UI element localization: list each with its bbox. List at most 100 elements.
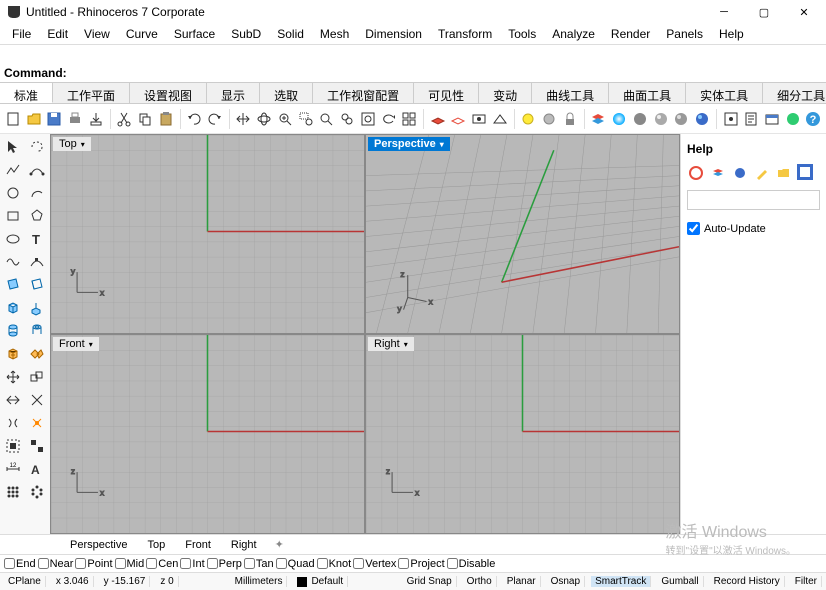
status-planar[interactable]: Planar <box>503 576 541 587</box>
new-icon[interactable] <box>4 108 22 130</box>
lock-icon[interactable] <box>561 108 579 130</box>
copy-transform-icon[interactable] <box>26 366 48 388</box>
viewport-front[interactable]: Front▾ zx <box>51 335 364 533</box>
rectangle-icon[interactable] <box>2 205 24 227</box>
polygon-icon[interactable] <box>26 205 48 227</box>
set-view-icon[interactable] <box>491 108 509 130</box>
zoom-window-icon[interactable] <box>297 108 315 130</box>
tab-viewport-layout[interactable]: 工作视窗配置 <box>313 83 414 103</box>
cut-icon[interactable] <box>115 108 133 130</box>
menu-render[interactable]: Render <box>603 25 658 43</box>
vptab-perspective[interactable]: Perspective <box>60 537 137 553</box>
menu-transform[interactable]: Transform <box>430 25 500 43</box>
status-units[interactable]: Millimeters <box>231 576 288 587</box>
status-gridsnap[interactable]: Grid Snap <box>403 576 457 587</box>
menu-subd[interactable]: SubD <box>223 25 269 43</box>
mesh-icon[interactable] <box>2 343 24 365</box>
status-filter[interactable]: Filter <box>791 576 822 587</box>
tab-display[interactable]: 显示 <box>207 83 260 103</box>
polyline-icon[interactable] <box>2 159 24 181</box>
tab-standard[interactable]: 标准 <box>0 83 53 103</box>
viewport-label-perspective[interactable]: Perspective▾ <box>368 137 450 151</box>
zoom-dynamic-icon[interactable] <box>276 108 294 130</box>
ungroup-icon[interactable] <box>26 435 48 457</box>
osnap-end[interactable]: End <box>4 558 36 570</box>
lasso-icon[interactable] <box>26 136 48 158</box>
viewport-perspective[interactable]: Perspective▾ zxy <box>366 135 679 333</box>
menu-tools[interactable]: Tools <box>500 25 544 43</box>
osnap-cen[interactable]: Cen <box>146 558 178 570</box>
undo-view-icon[interactable] <box>380 108 398 130</box>
vptab-front[interactable]: Front <box>175 537 221 553</box>
vptab-top[interactable]: Top <box>137 537 175 553</box>
options-icon[interactable] <box>722 108 740 130</box>
osnap-mid[interactable]: Mid <box>115 558 145 570</box>
object-props-icon[interactable] <box>763 108 781 130</box>
point-edit-icon[interactable] <box>26 251 48 273</box>
menu-dimension[interactable]: Dimension <box>357 25 430 43</box>
minimize-button[interactable]: ─ <box>704 0 744 24</box>
tab-curve-tools[interactable]: 曲线工具 <box>532 83 609 103</box>
help-icon[interactable]: ? <box>805 108 823 130</box>
hide-icon[interactable] <box>540 108 558 130</box>
cylinder-icon[interactable] <box>2 320 24 342</box>
mesh-tools-icon[interactable] <box>26 343 48 365</box>
help-layers-icon[interactable] <box>709 164 727 182</box>
status-cplane[interactable]: CPlane <box>4 576 46 587</box>
osnap-project[interactable]: Project <box>398 558 444 570</box>
add-viewport-button[interactable]: ✦ <box>267 536 292 553</box>
help-edit-icon[interactable] <box>753 164 771 182</box>
menu-surface[interactable]: Surface <box>166 25 223 43</box>
undo-icon[interactable] <box>185 108 203 130</box>
tab-solid-tools[interactable]: 实体工具 <box>686 83 763 103</box>
status-layer[interactable]: Default <box>293 576 348 587</box>
help-panel-icon[interactable] <box>797 164 813 180</box>
status-ortho[interactable]: Ortho <box>463 576 497 587</box>
menu-edit[interactable]: Edit <box>39 25 76 43</box>
auto-update-checkbox[interactable]: Auto-Update <box>687 222 820 235</box>
help-search-input[interactable] <box>687 190 820 210</box>
viewport-label-right[interactable]: Right▾ <box>368 337 414 351</box>
import-icon[interactable] <box>87 108 105 130</box>
named-cplane-icon[interactable] <box>429 108 447 130</box>
properties-icon[interactable] <box>631 108 649 130</box>
paste-icon[interactable] <box>157 108 175 130</box>
join-icon[interactable] <box>2 412 24 434</box>
text-block-icon[interactable]: A <box>26 458 48 480</box>
close-button[interactable]: ✕ <box>784 0 824 24</box>
status-smarttrack[interactable]: SmartTrack <box>591 576 651 587</box>
trim-icon[interactable] <box>26 389 48 411</box>
zoom-selected-icon[interactable] <box>359 108 377 130</box>
osnap-point[interactable]: Point <box>75 558 112 570</box>
open-icon[interactable] <box>25 108 43 130</box>
show-icon[interactable] <box>520 108 538 130</box>
osnap-perp[interactable]: Perp <box>207 558 242 570</box>
menu-file[interactable]: File <box>4 25 39 43</box>
osnap-quad[interactable]: Quad <box>276 558 315 570</box>
osnap-vertex[interactable]: Vertex <box>353 558 396 570</box>
menu-help[interactable]: Help <box>711 25 752 43</box>
circle-icon[interactable] <box>2 182 24 204</box>
viewport-right[interactable]: Right▾ zx <box>366 335 679 533</box>
redo-icon[interactable] <box>206 108 224 130</box>
curve-tools-icon[interactable] <box>2 251 24 273</box>
move-icon[interactable] <box>2 366 24 388</box>
help-render-icon[interactable] <box>731 164 749 182</box>
tab-surface-tools[interactable]: 曲面工具 <box>609 83 686 103</box>
four-viewports-icon[interactable] <box>400 108 418 130</box>
explode-icon[interactable] <box>26 412 48 434</box>
menu-view[interactable]: View <box>76 25 118 43</box>
dimension-icon[interactable]: 12 <box>2 458 24 480</box>
status-record-history[interactable]: Record History <box>710 576 785 587</box>
status-osnap[interactable]: Osnap <box>547 576 585 587</box>
zoom-extents-all-icon[interactable] <box>338 108 356 130</box>
tab-setview[interactable]: 设置视图 <box>130 83 207 103</box>
layers-icon[interactable] <box>590 108 608 130</box>
split-icon[interactable] <box>2 389 24 411</box>
osnap-int[interactable]: Int <box>180 558 204 570</box>
tab-cplane[interactable]: 工作平面 <box>53 83 130 103</box>
tab-transform[interactable]: 变动 <box>479 83 532 103</box>
status-gumball[interactable]: Gumball <box>657 576 703 587</box>
tab-subd-tools[interactable]: 细分工具 <box>763 83 826 103</box>
viewport-label-front[interactable]: Front▾ <box>53 337 99 351</box>
